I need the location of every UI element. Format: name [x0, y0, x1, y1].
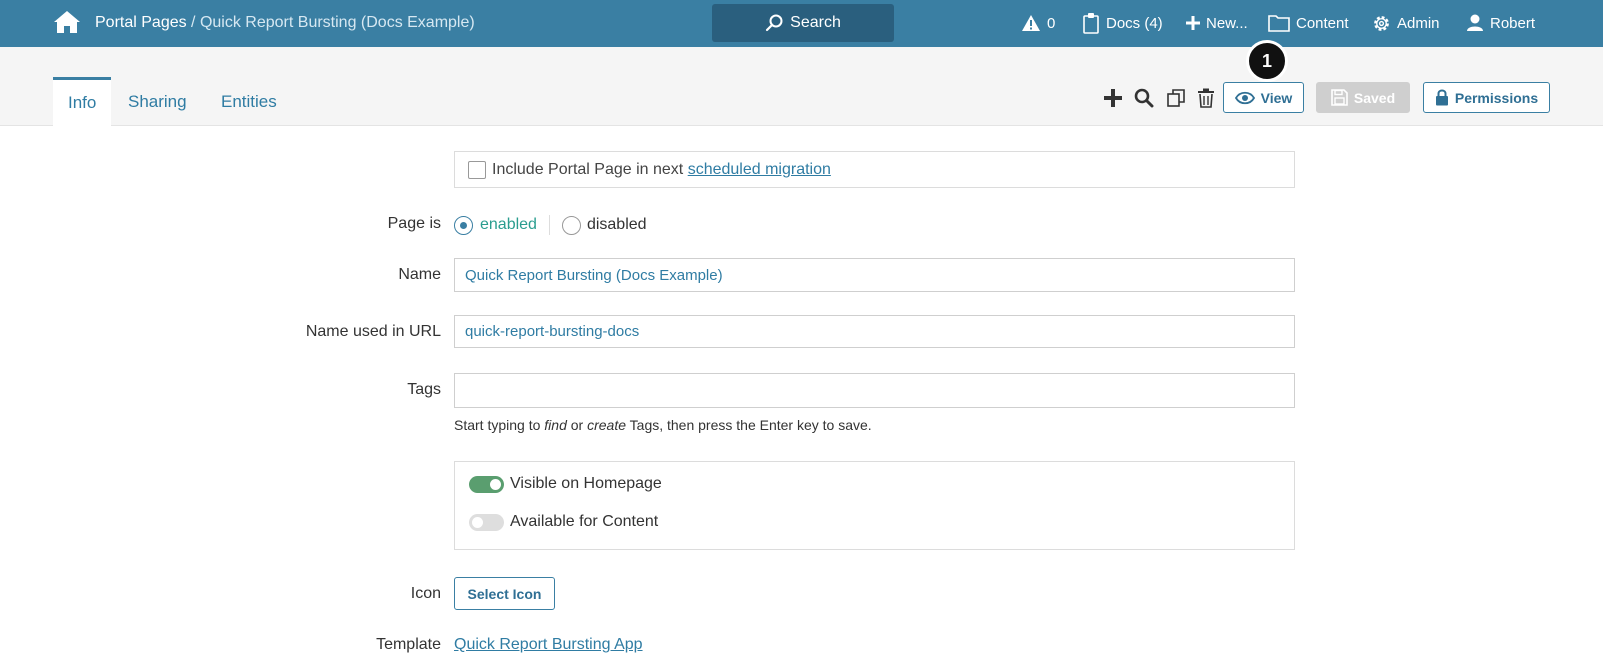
url-name-field[interactable]: quick-report-bursting-docs	[454, 315, 1295, 348]
visible-homepage-label: Visible on Homepage	[510, 475, 662, 492]
new-label: New...	[1206, 14, 1248, 32]
saved-button[interactable]: Saved	[1316, 82, 1410, 113]
admin-menu[interactable]: Admin	[1372, 10, 1440, 36]
tab-info[interactable]: Info	[53, 77, 112, 126]
enabled-label: enabled	[480, 216, 537, 233]
content-label: Content	[1296, 14, 1349, 32]
enabled-radio[interactable]	[454, 215, 473, 235]
search-label: Search	[790, 14, 841, 31]
search-icon[interactable]	[1132, 86, 1156, 110]
search-icon	[766, 14, 783, 32]
save-icon	[1331, 89, 1348, 106]
breadcrumb-separator: /	[186, 14, 200, 31]
tags-input[interactable]	[454, 373, 1295, 408]
user-name: Robert	[1490, 14, 1536, 32]
tags-help-text: Start typing to find or create Tags, the…	[454, 417, 872, 433]
disabled-radio[interactable]	[561, 215, 581, 235]
permissions-label: Permissions	[1454, 89, 1539, 106]
view-label: View	[1260, 89, 1293, 106]
eye-icon	[1234, 91, 1255, 104]
tab-sharing-label: Sharing	[128, 91, 187, 111]
migration-checkbox[interactable]	[468, 160, 486, 179]
page-status-radio-group: enabled disabled	[454, 213, 647, 237]
available-content-row: Available for Content	[469, 513, 658, 531]
step-marker: 1	[1246, 40, 1288, 82]
search-button[interactable]: Search	[712, 4, 894, 42]
user-icon	[1467, 14, 1483, 31]
docs-menu[interactable]: Docs (4)	[1082, 10, 1163, 36]
template-link[interactable]: Quick Report Bursting App	[454, 636, 643, 654]
lock-icon	[1435, 89, 1448, 106]
visible-homepage-toggle[interactable]	[469, 475, 504, 493]
permissions-button[interactable]: Permissions	[1423, 82, 1550, 113]
content-menu[interactable]: Content	[1268, 10, 1349, 36]
copy-icon[interactable]	[1164, 86, 1188, 110]
migration-box: Include Portal Page in next scheduled mi…	[454, 151, 1295, 188]
trash-icon[interactable]	[1194, 86, 1218, 110]
page-is-label: Page is	[387, 215, 441, 232]
top-navigation-bar: Portal Pages / Quick Report Bursting (Do…	[0, 0, 1603, 47]
breadcrumb: Portal Pages / Quick Report Bursting (Do…	[95, 14, 475, 32]
admin-label: Admin	[1397, 14, 1440, 32]
saved-label: Saved	[1353, 89, 1396, 106]
alerts-menu[interactable]: 0	[1021, 10, 1055, 36]
tags-help-find: find	[544, 417, 567, 433]
tags-help-part-2: or	[566, 417, 588, 433]
folder-icon	[1268, 15, 1290, 32]
tags-help-create: create	[587, 417, 627, 433]
name-label: Name	[398, 266, 441, 283]
url-name-label: Name used in URL	[305, 323, 441, 340]
visible-homepage-row: Visible on Homepage	[469, 475, 662, 493]
scheduled-migration-link[interactable]: scheduled migration	[688, 161, 831, 179]
name-field[interactable]: Quick Report Bursting (Docs Example)	[454, 258, 1295, 292]
available-content-label: Available for Content	[510, 513, 659, 530]
new-menu[interactable]: New...	[1186, 10, 1248, 36]
breadcrumb-current-page: Quick Report Bursting (Docs Example)	[199, 14, 475, 31]
icon-label: Icon	[410, 585, 441, 602]
plus-icon	[1186, 16, 1200, 30]
tab-entities[interactable]: Entities	[206, 77, 292, 126]
user-menu[interactable]: Robert	[1466, 10, 1535, 36]
gear-icon	[1374, 15, 1389, 31]
available-content-toggle[interactable]	[469, 513, 504, 531]
migration-text: Include Portal Page in next	[492, 160, 688, 178]
breadcrumb-portal-pages[interactable]: Portal Pages	[95, 14, 187, 31]
tags-help-part-1: Start typing to	[454, 417, 545, 433]
clipboard-icon	[1083, 13, 1099, 34]
add-icon[interactable]	[1101, 86, 1125, 110]
warning-icon	[1022, 15, 1040, 31]
select-icon-button[interactable]: Select Icon	[454, 577, 555, 610]
tab-info-label: Info	[68, 93, 97, 112]
alerts-count: 0	[1047, 14, 1056, 32]
home-icon[interactable]	[53, 9, 81, 35]
tags-help-part-3: Tags, then press the Enter key to save.	[626, 417, 872, 433]
tab-entities-label: Entities	[221, 91, 277, 111]
template-label: Template	[376, 636, 441, 653]
view-button[interactable]: View	[1223, 82, 1304, 113]
tags-label: Tags	[407, 381, 441, 398]
docs-label: Docs (4)	[1106, 14, 1163, 32]
disabled-label: disabled	[586, 216, 647, 233]
radio-divider	[548, 215, 550, 235]
visibility-options-box: Visible on Homepage Available for Conten…	[454, 461, 1295, 550]
tab-sharing[interactable]: Sharing	[113, 77, 202, 126]
